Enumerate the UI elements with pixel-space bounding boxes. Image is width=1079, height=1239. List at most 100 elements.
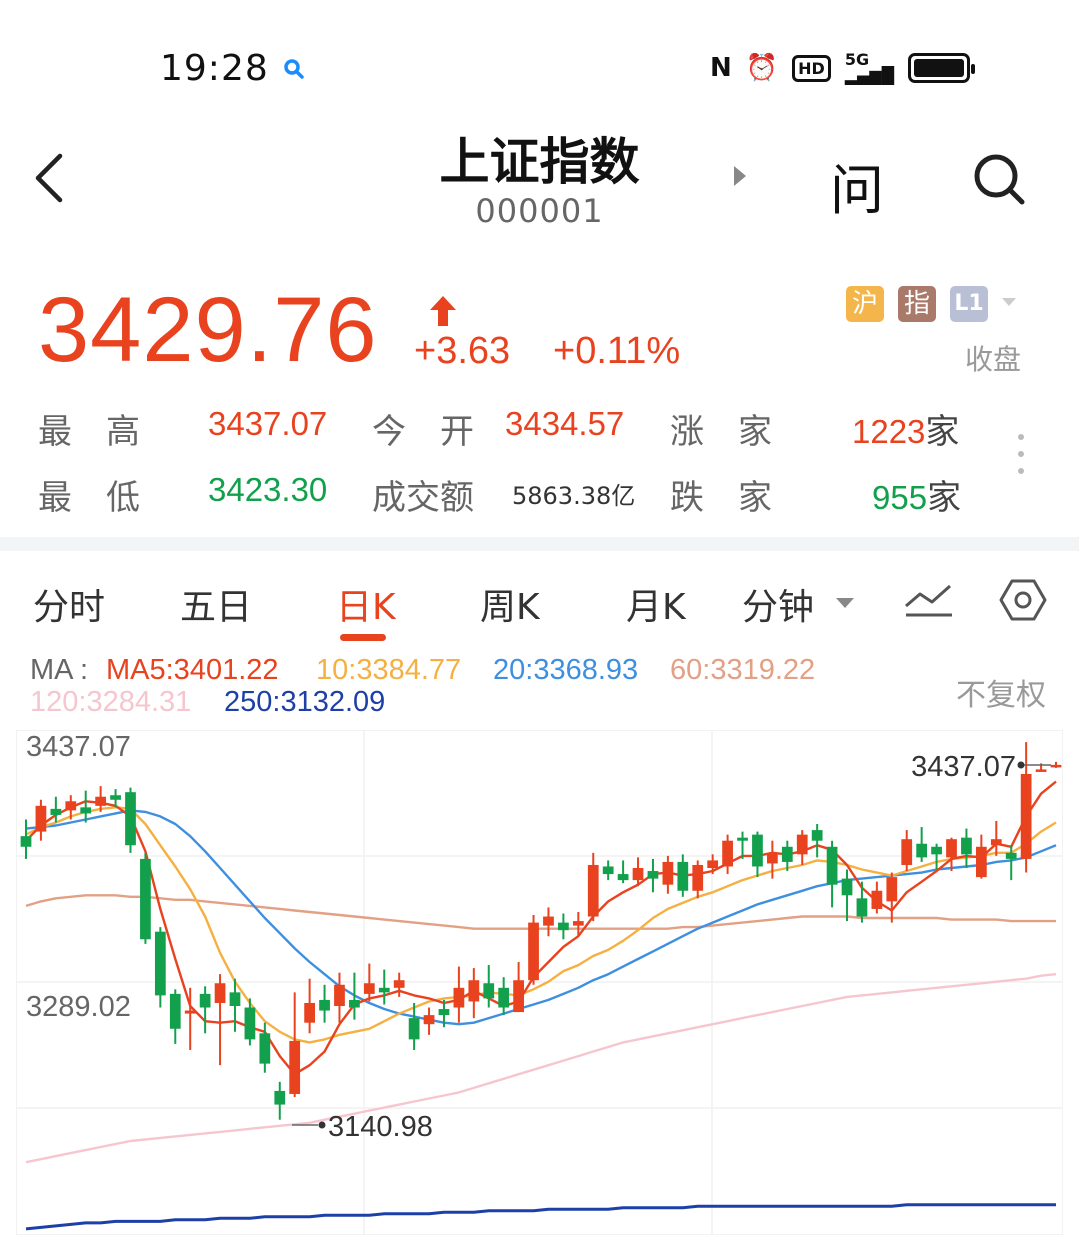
candle — [587, 852, 599, 922]
tab-intraday[interactable]: 分时 — [33, 578, 105, 630]
candle-body — [334, 984, 345, 1007]
candle-body — [901, 839, 913, 865]
candle-body — [438, 1009, 450, 1016]
candle — [886, 872, 898, 923]
candle — [378, 969, 390, 1005]
adjust-toggle[interactable]: 不复权 — [956, 670, 1046, 714]
search-button[interactable] — [970, 150, 1028, 208]
candle-body — [572, 921, 584, 926]
candle-body — [125, 792, 136, 846]
candle — [752, 831, 763, 878]
active-tab-indicator — [340, 634, 386, 641]
candle — [856, 881, 868, 923]
market-badge-sh: 沪 — [846, 286, 884, 322]
candle — [558, 913, 569, 940]
chevron-down-icon[interactable] — [836, 598, 854, 608]
candle — [692, 860, 704, 899]
candle-body — [558, 922, 569, 931]
decliners-value: 955家 — [872, 478, 962, 518]
candle-body — [80, 807, 92, 814]
advancers-value: 1223家 — [852, 412, 960, 452]
switch-arrow-icon[interactable] — [734, 166, 746, 186]
candle-body — [95, 796, 107, 806]
candle-body — [408, 1018, 420, 1040]
index-badge: 指 — [898, 286, 936, 322]
current-price: 3429.76 — [38, 279, 378, 381]
candle-body — [975, 846, 987, 878]
candle-body — [1035, 769, 1047, 772]
candle — [722, 834, 733, 875]
candle-body — [692, 864, 704, 891]
page-title: 上证指数 — [439, 133, 640, 191]
chevron-down-icon[interactable] — [1002, 298, 1016, 306]
candle — [543, 907, 554, 937]
tab-daily-k[interactable]: 日K — [336, 578, 396, 630]
tab-minute[interactable]: 分钟 — [742, 578, 814, 630]
candle — [304, 978, 315, 1034]
more-icon[interactable] — [1014, 432, 1028, 478]
candle-body — [50, 808, 62, 815]
candle-body — [140, 858, 151, 940]
tab-five-day[interactable]: 五日 — [180, 578, 252, 630]
advancers-label: 涨 家 — [670, 412, 772, 452]
high-label: 最 高 — [38, 412, 140, 452]
ma20-value: 20:3368.93 — [493, 654, 639, 686]
level-badge[interactable]: L1 — [950, 286, 988, 322]
y-axis-label-mid: 3289.02 — [26, 991, 131, 1023]
candle-body — [752, 834, 763, 867]
ask-button[interactable]: 问 — [830, 146, 884, 225]
candle — [393, 972, 405, 997]
candle-body — [199, 993, 211, 1008]
candle-body — [587, 864, 599, 917]
candle-body — [886, 877, 898, 902]
candle-body — [169, 993, 181, 1029]
svg-text:3140.98: 3140.98 — [328, 1111, 433, 1143]
candle-body — [617, 874, 629, 881]
candle-body — [647, 871, 659, 879]
candle-body — [632, 868, 644, 881]
candle-body — [349, 999, 360, 1008]
candle-body — [961, 837, 972, 855]
indicator-chart-icon[interactable] — [902, 580, 956, 620]
candle — [1050, 761, 1062, 768]
candle-body — [498, 987, 510, 1008]
candle — [125, 787, 136, 853]
tab-weekly-k[interactable]: 周K — [480, 578, 540, 630]
candle-body — [602, 866, 614, 875]
low-value: 3423.30 — [208, 471, 328, 508]
candle-body — [378, 987, 390, 993]
candle — [513, 962, 524, 1013]
ma10-value: 10:3384.77 — [316, 654, 462, 686]
low-marker: 3140.98 — [292, 1111, 433, 1143]
battery-icon — [908, 53, 976, 83]
candle-body — [990, 839, 1002, 846]
candle — [901, 830, 913, 872]
decliners-label: 跌 家 — [670, 478, 772, 518]
candle-body — [274, 1090, 286, 1105]
candle-body — [483, 983, 495, 999]
tab-monthly-k[interactable]: 月K — [626, 578, 686, 630]
settings-icon[interactable] — [998, 575, 1048, 625]
candle-body — [916, 843, 928, 858]
candle-body — [707, 860, 719, 869]
svg-text:3437.07: 3437.07 — [911, 751, 1016, 783]
candle — [946, 837, 957, 872]
candle-body — [781, 846, 793, 862]
hd-icon: HD — [792, 54, 831, 82]
candle-body — [946, 839, 957, 858]
candlestick-chart[interactable]: 3437.07 3289.02 3437.07 3140.98 — [16, 730, 1063, 1235]
candle-body — [543, 916, 554, 926]
alarm-icon: ⏰ — [745, 53, 779, 83]
turnover-label: 成交额 — [372, 478, 474, 518]
low-label: 最 低 — [38, 478, 140, 518]
candle-body — [423, 1015, 435, 1025]
candle — [528, 915, 539, 985]
candle-body — [767, 852, 778, 864]
candle-body — [289, 1040, 301, 1094]
candle-body — [826, 846, 838, 885]
turnover-value: 5863.38亿 — [512, 482, 636, 510]
up-arrow-icon — [430, 296, 456, 326]
candle — [20, 819, 32, 859]
ma250-value: 250:3132.09 — [224, 686, 386, 718]
chart-grid — [16, 730, 1063, 1235]
